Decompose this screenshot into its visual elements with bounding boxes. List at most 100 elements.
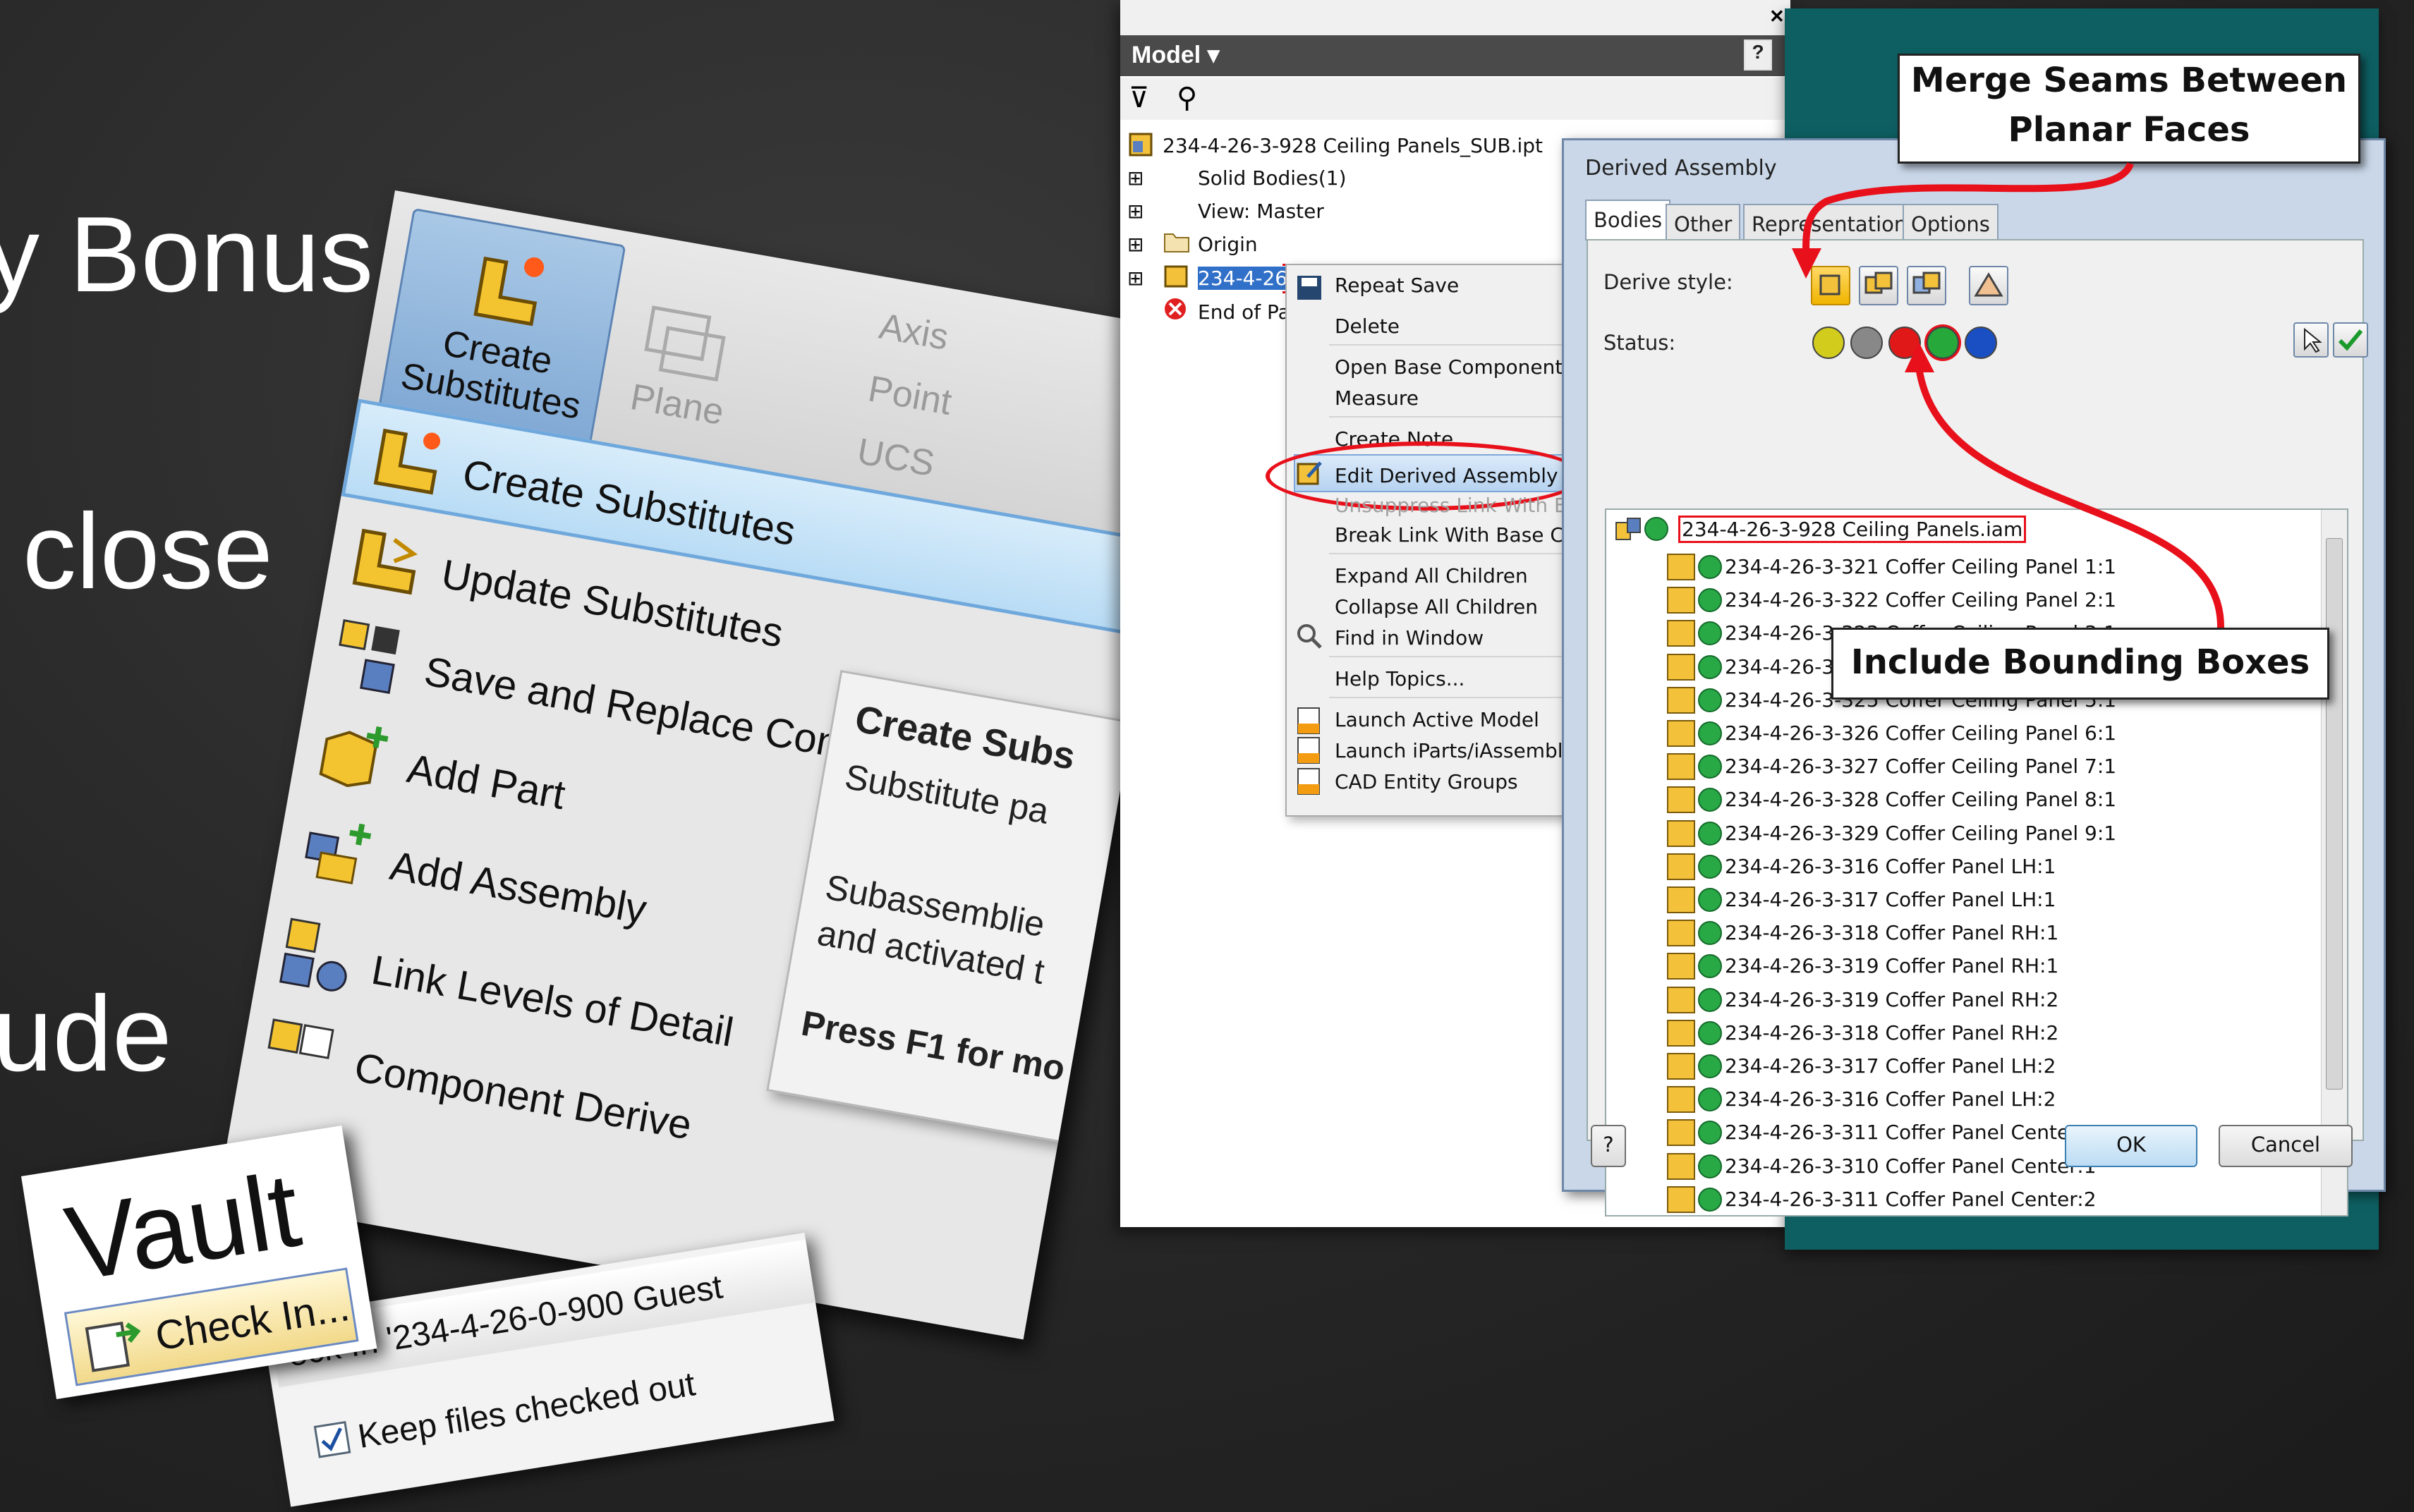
browser-item-solid-bodies[interactable]: Solid Bodies(1)	[1198, 166, 1347, 190]
context-item-open-base[interactable]: Open Base Component	[1335, 355, 1563, 379]
tab-bodies[interactable]: Bodies	[1585, 200, 1671, 240]
expand-icon[interactable]: ⊞	[1127, 200, 1144, 223]
part-icon	[1667, 786, 1695, 814]
status-icon[interactable]	[1698, 1154, 1722, 1178]
keep-checked-out-checkbox[interactable]	[313, 1420, 351, 1458]
axis-button[interactable]: Axis	[806, 293, 952, 359]
browser-item-derived[interactable]: 234-4-26-	[1198, 267, 1295, 290]
status-icon[interactable]	[1698, 987, 1722, 1012]
help-icon[interactable]: ?	[1744, 39, 1772, 71]
derive-style-multiple-bodies[interactable]	[1907, 266, 1946, 305]
ok-button[interactable]: OK	[2065, 1125, 2197, 1167]
context-item-break-link[interactable]: Break Link With Base Com	[1335, 523, 1595, 547]
browser-item-end-of-part[interactable]: End of Par	[1198, 300, 1298, 324]
status-intersect-icon[interactable]	[1965, 327, 1997, 359]
status-icon[interactable]	[1698, 854, 1722, 879]
status-icon[interactable]	[1698, 621, 1722, 646]
status-icon[interactable]	[1698, 721, 1722, 745]
expand-icon[interactable]: ⊞	[1127, 267, 1144, 290]
derive-style-single-solid[interactable]	[1859, 266, 1898, 305]
tree-row[interactable]: 234-4-26-3-329 Coffer Ceiling Panel 9:1	[1606, 816, 2312, 849]
tree-row[interactable]: 234-4-26-3-326 Coffer Ceiling Panel 6:1	[1606, 716, 2312, 749]
tree-row[interactable]: 234-4-26-3-319 Coffer Panel RH:1	[1606, 949, 2312, 982]
binoculars-icon[interactable]: ⚲	[1177, 82, 1197, 114]
context-item-launch-iparts[interactable]: Launch iParts/iAssemblies	[1335, 739, 1591, 762]
context-item-expand-all[interactable]: Expand All Children	[1335, 564, 1528, 587]
context-item-launch-active-model[interactable]: Launch Active Model	[1335, 708, 1539, 731]
browser-item-view[interactable]: View: Master	[1198, 200, 1324, 223]
browser-root-item[interactable]: 234-4-26-3-928 Ceiling Panels_SUB.ipt	[1163, 134, 1543, 157]
tree-row[interactable]: 234-4-26-3-317 Coffer Panel LH:2	[1606, 1049, 2312, 1082]
tree-row[interactable]: 234-4-26-3-317 Coffer Panel LH:1	[1606, 882, 2312, 915]
tab-options[interactable]: Options	[1903, 204, 1998, 240]
derive-style-surface[interactable]	[1969, 266, 2008, 305]
tree-row[interactable]: 234-4-26-3-311 Coffer Panel Center:2	[1606, 1182, 2312, 1215]
expand-icon[interactable]: ⊞	[1127, 166, 1144, 190]
context-item-repeat-save[interactable]: Repeat Save	[1335, 274, 1459, 297]
context-item-collapse-all[interactable]: Collapse All Children	[1335, 595, 1538, 618]
context-item-find-in-window[interactable]: Find in Window	[1335, 626, 1484, 650]
tab-representation[interactable]: Representation	[1743, 204, 1916, 240]
accept-check-button[interactable]	[2333, 322, 2368, 358]
part-file-icon	[1129, 133, 1153, 157]
tree-row[interactable]: 234-4-26-3-322 Coffer Ceiling Panel 2:1	[1606, 583, 2312, 616]
tree-row[interactable]: 234-4-26-3-328 Coffer Ceiling Panel 8:1	[1606, 782, 2312, 815]
save-icon	[1297, 276, 1321, 300]
status-icon[interactable]	[1698, 1020, 1722, 1045]
tree-row[interactable]: 234-4-26-3-318 Coffer Panel RH:1	[1606, 915, 2312, 949]
context-item-cad-entity-groups[interactable]: CAD Entity Groups	[1335, 770, 1518, 793]
tab-other[interactable]: Other	[1666, 204, 1741, 240]
derive-style-single-solid-merged[interactable]	[1811, 266, 1850, 305]
tree-row[interactable]: 234-4-26-3-316 Coffer Panel LH:1	[1606, 849, 2312, 882]
context-item-measure[interactable]: Measure	[1335, 386, 1419, 410]
tree-row[interactable]: 234-4-26-3-316 Coffer Panel LH:2	[1606, 1082, 2312, 1115]
tree-scrollbar[interactable]	[2321, 510, 2347, 1215]
status-icon[interactable]	[1698, 954, 1722, 979]
browser-item-origin[interactable]: Origin	[1198, 233, 1258, 256]
tree-row-label: 234-4-26-3-322 Coffer Ceiling Panel 2:1	[1725, 588, 2117, 612]
status-exclude-icon[interactable]	[1850, 327, 1883, 359]
filter-icon[interactable]: ⊽	[1129, 82, 1149, 114]
status-include-icon[interactable]	[1812, 327, 1845, 359]
ucs-button[interactable]: UCS	[784, 418, 938, 486]
tree-row[interactable]: 234-4-26-3-318 Coffer Panel RH:2	[1606, 1016, 2312, 1049]
status-icon[interactable]	[1698, 788, 1722, 812]
tree-row[interactable]: 234-4-26-3-310 Coffer Panel Center:1	[1606, 1149, 2312, 1182]
point-button[interactable]: Point	[796, 355, 955, 424]
status-icon[interactable]	[1698, 1187, 1722, 1212]
context-item-delete[interactable]: Delete	[1335, 315, 1400, 338]
status-icon[interactable]	[1698, 1087, 1722, 1112]
axis-label: Axis	[876, 305, 952, 358]
plane-button[interactable]: Plane	[627, 305, 727, 434]
status-subtract-icon[interactable]	[1888, 327, 1921, 359]
status-icon[interactable]	[1698, 654, 1722, 679]
context-item-help-topics[interactable]: Help Topics...	[1335, 667, 1464, 690]
help-button[interactable]: ?	[1591, 1125, 1626, 1167]
browser-header[interactable]: Model ▾ ?	[1120, 35, 1790, 76]
tree-row[interactable]: 234-4-26-3-327 Coffer Ceiling Panel 7:1	[1606, 749, 2312, 782]
select-arrow-button[interactable]	[2293, 322, 2329, 358]
status-icon[interactable]	[1698, 821, 1722, 846]
status-icon[interactable]	[1698, 1121, 1722, 1145]
cancel-button[interactable]: Cancel	[2219, 1125, 2353, 1167]
separator	[1329, 656, 1562, 657]
context-item-unsuppress-link[interactable]: Unsuppress Link With Bas	[1335, 494, 1590, 517]
tree-row[interactable]: 234-4-26-3-321 Coffer Ceiling Panel 1:1	[1606, 549, 2312, 583]
tree-row-label: 234-4-26-3-321 Coffer Ceiling Panel 1:1	[1725, 555, 2117, 578]
status-icon[interactable]	[1698, 921, 1722, 946]
close-icon[interactable]: ✕	[1769, 6, 1785, 28]
tree-row[interactable]: 234-4-26-3-311 Coffer Panel Center:1	[1606, 1115, 2312, 1148]
scroll-thumb[interactable]	[2326, 538, 2343, 1090]
part-icon	[1667, 1152, 1695, 1180]
status-icon[interactable]	[1698, 1054, 1722, 1078]
status-icon[interactable]	[1698, 755, 1722, 779]
tree-root-item[interactable]: 234-4-26-3-928 Ceiling Panels.iam	[1678, 516, 2027, 543]
component-tree: 234-4-26-3-928 Ceiling Panels.iam 234-4-…	[1605, 508, 2348, 1217]
status-icon[interactable]	[1698, 555, 1722, 579]
status-icon[interactable]	[1698, 688, 1722, 712]
status-bounding-box-icon[interactable]	[1927, 327, 1959, 359]
status-icon[interactable]	[1698, 888, 1722, 912]
status-icon[interactable]	[1698, 588, 1722, 613]
tree-row[interactable]: 234-4-26-3-319 Coffer Panel RH:2	[1606, 982, 2312, 1016]
expand-icon[interactable]: ⊞	[1127, 233, 1144, 256]
